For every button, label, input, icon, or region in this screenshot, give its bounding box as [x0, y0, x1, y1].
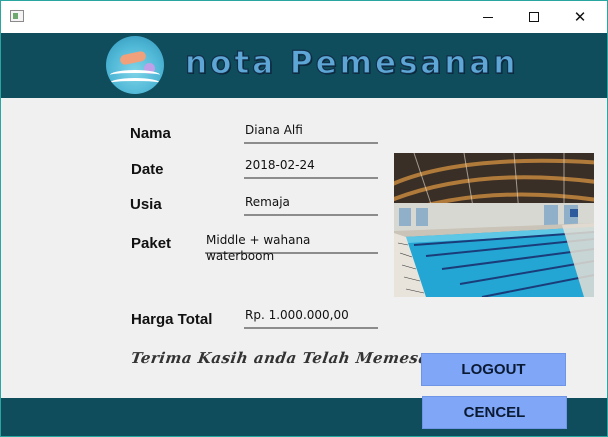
maximize-icon — [529, 12, 539, 22]
usia-field[interactable]: Remaja — [244, 194, 378, 216]
harga-total-field[interactable]: Rp. 1.000.000,00 — [244, 307, 378, 329]
minimize-button[interactable] — [465, 1, 511, 33]
paket-field[interactable]: Middle + wahana waterboom — [205, 232, 378, 263]
nama-field[interactable]: Diana Alfi — [244, 122, 378, 144]
close-button[interactable]: ✕ — [557, 1, 603, 33]
app-window: ✕ nota Pemesanan Nama Diana Alfi Date 20… — [0, 0, 608, 437]
swimming-pool-photo — [394, 153, 594, 297]
maximize-button[interactable] — [511, 1, 557, 33]
date-label: Date — [131, 161, 164, 178]
app-window-icon — [10, 10, 24, 22]
harga-total-label: Harga Total — [131, 311, 213, 328]
logout-button[interactable]: LOGOUT — [421, 353, 566, 386]
cancel-button[interactable]: CENCEL — [422, 396, 567, 429]
usia-label: Usia — [130, 196, 162, 213]
date-field[interactable]: 2018-02-24 — [244, 157, 378, 179]
swimmer-logo-icon — [106, 36, 164, 94]
header-banner: nota Pemesanan — [1, 33, 607, 98]
title-bar: ✕ — [1, 1, 607, 33]
close-icon: ✕ — [573, 8, 587, 26]
minimize-icon — [483, 16, 493, 18]
nama-label: Nama — [130, 125, 171, 142]
paket-label: Paket — [131, 235, 172, 252]
page-title: nota Pemesanan — [184, 44, 519, 81]
thank-you-message: Terima Kasih anda Telah Memesan — [129, 349, 442, 367]
